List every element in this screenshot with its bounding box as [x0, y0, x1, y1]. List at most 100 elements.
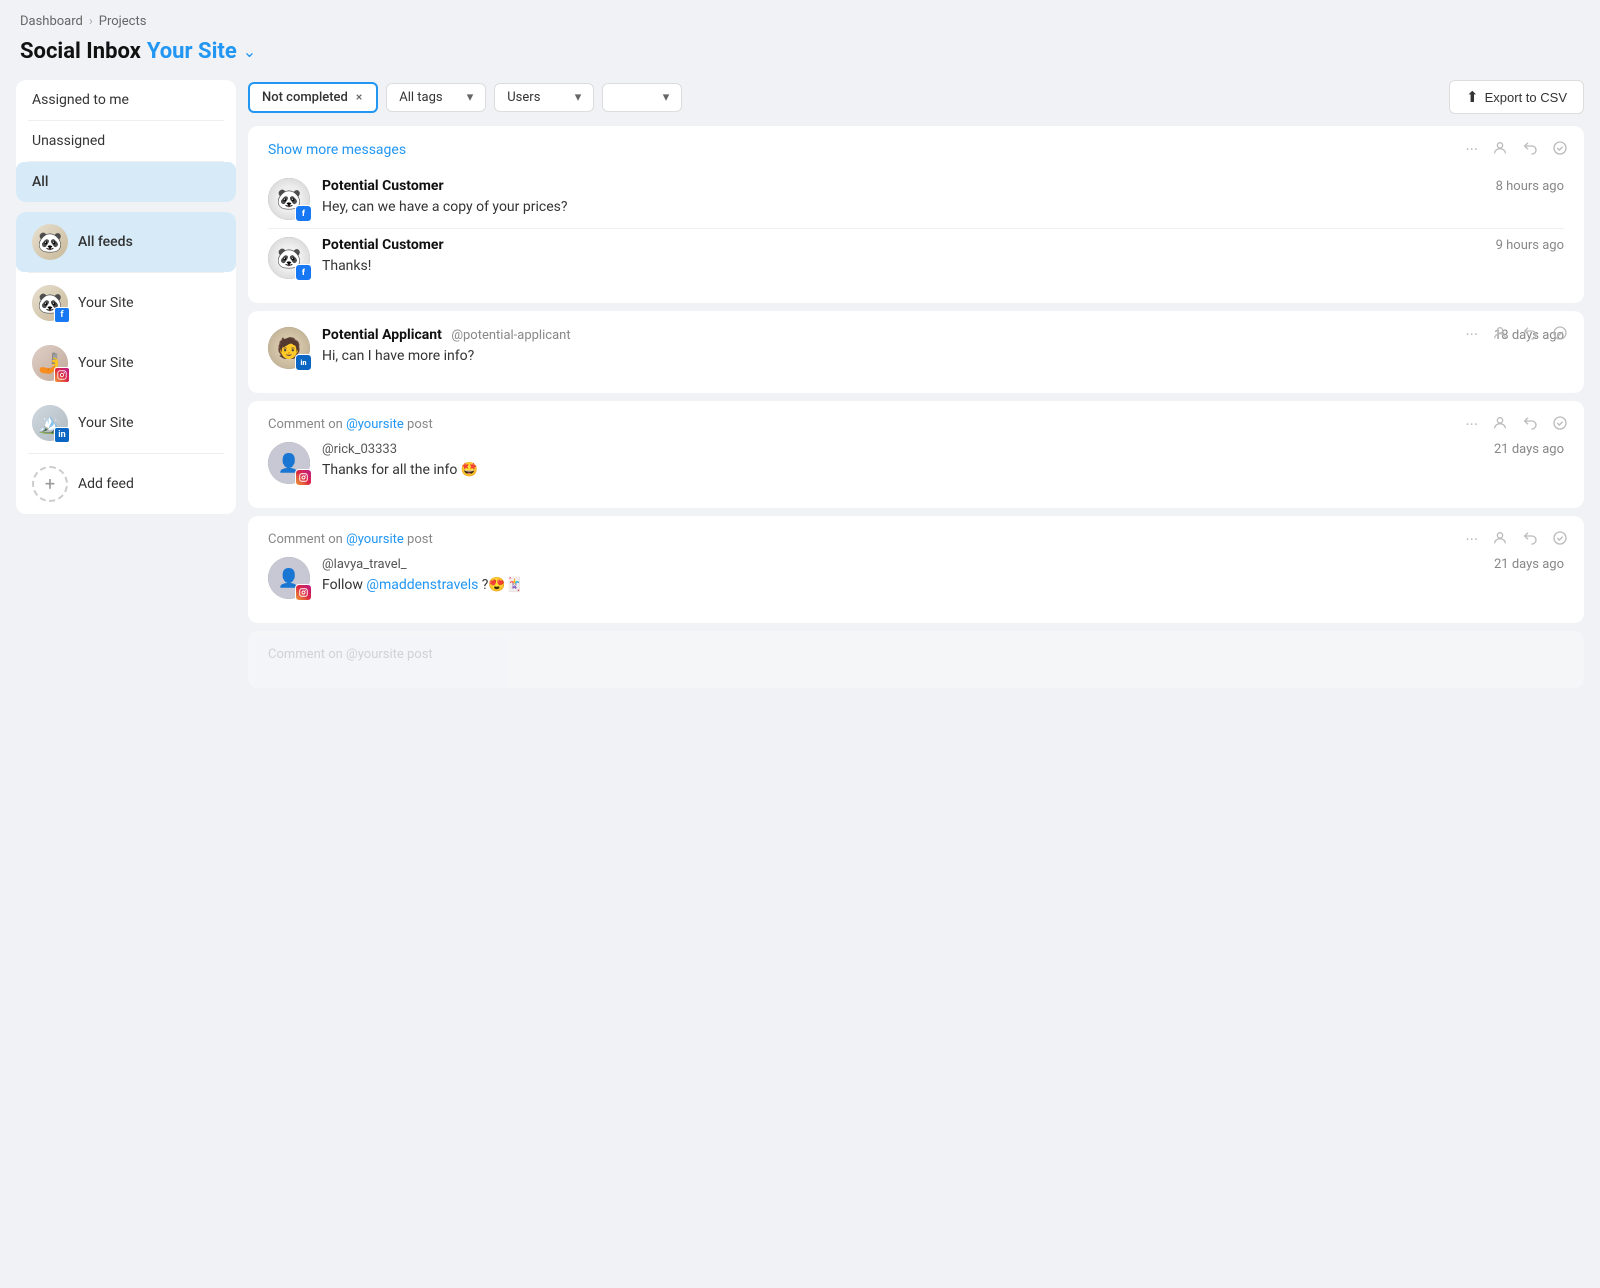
msg-header-2-1: Potential Applicant @potential-applicant…: [322, 327, 1564, 343]
site-dropdown-chevron[interactable]: ⌄: [243, 42, 256, 61]
comment-label-text-4: Comment on: [268, 532, 343, 547]
msg-text-4-1: Follow @maddenstravels ?😍🃏: [322, 576, 1564, 596]
sidebar: Assigned to me Unassigned All 🐼 All feed…: [16, 80, 236, 1272]
show-more-messages-link[interactable]: Show more messages: [268, 142, 406, 158]
feed-avatar-li: 🏔️ in: [32, 405, 68, 441]
msg-avatar-3-1: 👤: [268, 442, 310, 484]
msg-content-4-1: @lavya_travel_ 21 days ago Follow @madde…: [322, 557, 1564, 596]
card-2-reply-icon[interactable]: [1522, 325, 1538, 344]
msg-content-1-1: Potential Customer 8 hours ago Hey, can …: [322, 178, 1564, 218]
msg-sender-1-1: Potential Customer: [322, 178, 444, 194]
feed-avatar-fb: 🐼 f: [32, 285, 68, 321]
card-3-complete-icon[interactable]: [1552, 415, 1568, 434]
msg-sender-1-2: Potential Customer: [322, 237, 444, 253]
sidebar-assignment-section: Assigned to me Unassigned All: [16, 80, 236, 202]
card-4-assign-icon[interactable]: [1492, 530, 1508, 549]
sidebar-item-your-site-ig[interactable]: 🤳 Your Site: [16, 333, 236, 393]
comment-label-3: Comment on @yoursite post: [268, 417, 1564, 432]
sidebar-item-your-site-li[interactable]: 🏔️ in Your Site: [16, 393, 236, 453]
msg-header-3-1: @rick_03333 21 days ago: [322, 442, 1564, 457]
tags-filter-dropdown[interactable]: All tags ▾: [386, 83, 486, 112]
card-2-complete-icon[interactable]: [1552, 325, 1568, 344]
msg-badge-fb-1-2: f: [295, 264, 312, 281]
comment-suffix-4: post: [407, 532, 433, 547]
msg-text-3-1: Thanks for all the info 🤩: [322, 461, 1564, 481]
all-feeds-avatar: 🐼: [32, 224, 68, 260]
export-csv-button[interactable]: ⬆ Export to CSV: [1449, 80, 1584, 114]
card-4-complete-icon[interactable]: [1552, 530, 1568, 549]
comment-label-4: Comment on @yoursite post: [268, 532, 1564, 547]
sidebar-item-all[interactable]: All: [16, 162, 236, 202]
message-entry-1-2: 🐼 f Potential Customer 9 hours ago Thank…: [268, 228, 1564, 287]
msg-header-1-1: Potential Customer 8 hours ago: [322, 178, 1564, 194]
card-3-actions: ···: [1465, 415, 1568, 434]
message-card-4: ··· Comment on @: [248, 516, 1584, 623]
comment-label-5-partial: Comment on @yoursite post: [268, 647, 1564, 662]
sidebar-label-your-site-fb: Your Site: [78, 295, 134, 311]
breadcrumb-dashboard[interactable]: Dashboard: [20, 14, 83, 29]
card-3-reply-icon[interactable]: [1522, 415, 1538, 434]
sidebar-feeds-section: 🐼 All feeds 🐼 f Your Site 🤳: [16, 212, 236, 514]
msg-avatar-1-1: 🐼 f: [268, 178, 310, 220]
msg-handle-3-1: @rick_03333: [322, 442, 397, 457]
tags-dropdown-arrow: ▾: [467, 90, 474, 105]
sidebar-item-unassigned[interactable]: Unassigned: [16, 121, 236, 161]
extra-filter-dropdown[interactable]: ▾: [602, 83, 682, 112]
msg-header-1-2: Potential Customer 9 hours ago: [322, 237, 1564, 253]
card-1-complete-icon[interactable]: [1552, 140, 1568, 159]
msg-avatar-1-2: 🐼 f: [268, 237, 310, 279]
sidebar-label-assigned: Assigned to me: [32, 92, 129, 108]
messages-list: ··· Show more messages: [248, 126, 1584, 1272]
msg-badge-fb-1-1: f: [295, 205, 312, 222]
card-4-reply-icon[interactable]: [1522, 530, 1538, 549]
sidebar-item-all-feeds[interactable]: 🐼 All feeds: [16, 212, 236, 272]
sidebar-item-add-feed[interactable]: + Add feed: [16, 454, 236, 514]
tags-filter-label: All tags: [399, 90, 442, 105]
message-card-5-partial: Comment on @yoursite post: [248, 631, 1584, 688]
status-filter-label: Not completed: [262, 90, 348, 105]
sidebar-label-unassigned: Unassigned: [32, 133, 105, 149]
msg-badge-ig-3-1: [295, 469, 312, 486]
status-filter-close[interactable]: ×: [354, 90, 364, 104]
sidebar-label-all: All: [32, 174, 48, 190]
comment-mention-4[interactable]: @yoursite: [346, 532, 404, 547]
feed-badge-instagram: [54, 367, 70, 383]
msg-mention-maddenstravels[interactable]: @maddenstravels: [366, 577, 478, 593]
breadcrumb-separator: ›: [89, 14, 93, 29]
msg-text-2-1: Hi, can I have more info?: [322, 347, 1564, 367]
sidebar-label-your-site-li: Your Site: [78, 415, 134, 431]
filter-bar: Not completed × All tags ▾ Users ▾ ▾ ⬆: [248, 80, 1584, 114]
add-feed-icon: +: [32, 466, 68, 502]
card-3-more-icon[interactable]: ···: [1465, 417, 1478, 433]
card-4-more-icon[interactable]: ···: [1465, 532, 1478, 548]
msg-sender-handle-group: Potential Applicant @potential-applicant: [322, 327, 571, 343]
msg-text-1-1: Hey, can we have a copy of your prices?: [322, 198, 1564, 218]
msg-sender-group: Potential Customer: [322, 178, 444, 194]
comment-mention-3[interactable]: @yoursite: [346, 417, 404, 432]
users-filter-dropdown[interactable]: Users ▾: [494, 83, 594, 112]
message-card-1: ··· Show more messages: [248, 126, 1584, 303]
card-4-actions: ···: [1465, 530, 1568, 549]
page-title-site[interactable]: Your Site: [147, 39, 237, 64]
msg-content-1-2: Potential Customer 9 hours ago Thanks!: [322, 237, 1564, 277]
card-2-more-icon[interactable]: ···: [1465, 327, 1478, 343]
feed-badge-facebook: f: [54, 307, 70, 323]
card-1-actions: ···: [1465, 140, 1568, 159]
msg-time-1-1: 8 hours ago: [1496, 179, 1564, 194]
msg-handle-2-1: @potential-applicant: [451, 328, 570, 343]
msg-badge-li-2-1: in: [295, 354, 312, 371]
msg-time-3-1: 21 days ago: [1494, 442, 1564, 457]
card-3-assign-icon[interactable]: [1492, 415, 1508, 434]
card-1-reply-icon[interactable]: [1522, 140, 1538, 159]
card-1-more-icon[interactable]: ···: [1465, 142, 1478, 158]
breadcrumb-projects[interactable]: Projects: [99, 14, 147, 29]
card-2-assign-icon[interactable]: [1492, 325, 1508, 344]
card-1-assign-icon[interactable]: [1492, 140, 1508, 159]
message-card-3: ··· Comment on @: [248, 401, 1584, 508]
page-header: Social Inbox Your Site ⌄: [0, 33, 1600, 80]
sidebar-item-assigned-to-me[interactable]: Assigned to me: [16, 80, 236, 120]
status-filter-tag[interactable]: Not completed ×: [248, 82, 378, 113]
sidebar-item-your-site-fb[interactable]: 🐼 f Your Site: [16, 273, 236, 333]
msg-header-4-1: @lavya_travel_ 21 days ago: [322, 557, 1564, 572]
msg-sender-2-1: Potential Applicant: [322, 327, 442, 343]
